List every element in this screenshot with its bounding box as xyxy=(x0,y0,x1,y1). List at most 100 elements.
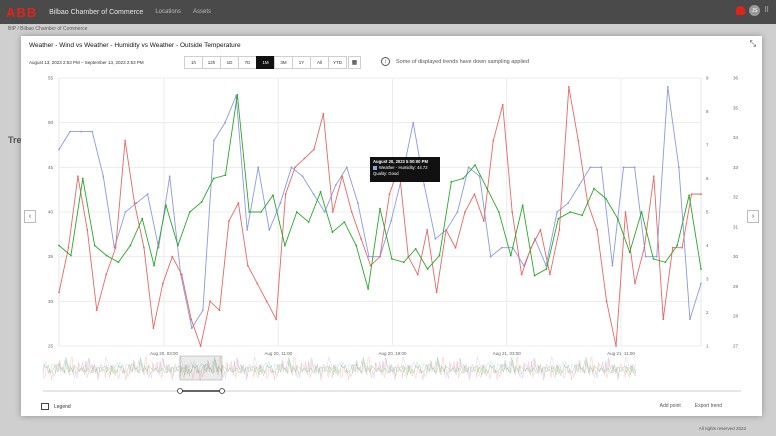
series-point-1 xyxy=(416,273,419,276)
series-point-1 xyxy=(265,300,268,303)
y-tick-right-2: 34 xyxy=(733,135,739,140)
series-point-2 xyxy=(462,177,465,180)
series-point-1 xyxy=(539,228,542,231)
series-point-1 xyxy=(643,246,646,249)
series-point-0 xyxy=(412,121,415,124)
series-point-2 xyxy=(153,264,156,267)
series-point-1 xyxy=(482,220,485,222)
series-point-0 xyxy=(600,166,603,169)
series-point-1 xyxy=(605,300,608,303)
series-line-2 xyxy=(58,94,702,290)
avatar[interactable]: JS xyxy=(749,5,760,16)
series-point-1 xyxy=(634,282,636,285)
series-point-2 xyxy=(628,251,631,254)
series-point-2 xyxy=(58,244,60,247)
series-point-2 xyxy=(545,268,548,270)
series-point-0 xyxy=(434,237,437,240)
series-point-1 xyxy=(520,273,523,276)
y-tick-right-1: 7 xyxy=(706,143,709,148)
navigator-handle-right[interactable] xyxy=(219,388,225,394)
y-tick-right-1: 9 xyxy=(706,76,709,81)
series-point-1 xyxy=(218,309,221,312)
export-trend-button[interactable]: Export trend xyxy=(695,403,722,409)
navigator-handle-left[interactable] xyxy=(177,388,183,394)
trend-chart[interactable]: 2530354045505512345678927282930313233343… xyxy=(21,36,762,416)
series-point-1 xyxy=(133,202,136,204)
series-point-1 xyxy=(350,211,353,213)
series-point-1 xyxy=(558,228,561,231)
series-point-2 xyxy=(486,187,488,190)
series-point-2 xyxy=(129,244,132,247)
series-point-1 xyxy=(86,228,89,231)
series-point-2 xyxy=(367,288,370,290)
series-point-2 xyxy=(212,177,215,180)
series-point-1 xyxy=(199,345,202,347)
y-tick-right-2: 36 xyxy=(733,76,739,81)
apps-grid-icon[interactable]: ⠿ xyxy=(764,7,772,15)
series-point-0 xyxy=(168,175,171,178)
series-point-1 xyxy=(454,246,457,249)
series-point-1 xyxy=(388,193,391,196)
abb-logo[interactable]: ABB xyxy=(6,5,37,20)
series-point-1 xyxy=(445,228,447,231)
bell-icon[interactable] xyxy=(736,6,745,15)
series-point-1 xyxy=(492,139,495,142)
y-tick-right-1: 6 xyxy=(706,176,709,181)
series-point-2 xyxy=(438,254,441,257)
y-tick-left: 30 xyxy=(48,299,54,304)
series-point-1 xyxy=(246,264,249,267)
series-point-1 xyxy=(256,282,259,285)
prev-arrow-icon[interactable]: ‹ xyxy=(24,210,36,223)
tooltip-quality: Quality: Good xyxy=(373,171,399,176)
series-point-2 xyxy=(450,180,453,183)
next-arrow-icon[interactable]: › xyxy=(747,210,759,223)
y-tick-right-1: 8 xyxy=(706,109,709,114)
series-point-2 xyxy=(307,221,310,223)
nav-assets[interactable]: Assets xyxy=(193,9,211,15)
series-point-2 xyxy=(509,254,512,257)
series-point-2 xyxy=(105,254,108,257)
series-line-1 xyxy=(58,86,701,348)
series-point-1 xyxy=(426,228,429,231)
series-point-2 xyxy=(390,258,393,260)
add-point-button[interactable]: Add point xyxy=(660,403,681,409)
series-point-0 xyxy=(467,166,470,169)
series-point-2 xyxy=(81,177,84,180)
series-point-2 xyxy=(141,217,144,220)
legend-icon xyxy=(41,403,49,410)
nav-locations[interactable]: Locations xyxy=(155,9,181,15)
legend-label: Legend xyxy=(54,403,71,410)
series-point-1 xyxy=(303,157,306,160)
series-point-0 xyxy=(611,264,614,267)
breadcrumb: BIP / Bilbao Chamber of Commerce xyxy=(8,26,88,32)
series-point-0 xyxy=(279,202,282,204)
series-point-1 xyxy=(76,175,79,178)
series-point-1 xyxy=(124,139,126,142)
series-point-0 xyxy=(666,86,669,88)
series-point-2 xyxy=(283,244,286,247)
series-point-1 xyxy=(67,246,70,249)
series-point-2 xyxy=(497,211,500,213)
series-point-2 xyxy=(69,254,72,257)
series-point-0 xyxy=(689,318,691,321)
series-point-0 xyxy=(700,282,702,285)
series-point-0 xyxy=(102,175,105,178)
y-tick-left: 55 xyxy=(48,76,54,81)
series-point-0 xyxy=(633,166,636,169)
app-name[interactable]: Bilbao Chamber of Commerce xyxy=(49,9,143,16)
series-point-1 xyxy=(530,246,532,249)
series-point-1 xyxy=(171,255,174,258)
series-point-2 xyxy=(117,261,120,264)
navigator-line-2 xyxy=(42,357,637,375)
series-point-0 xyxy=(201,309,204,312)
series-point-1 xyxy=(596,228,599,231)
y-tick-right-2: 30 xyxy=(733,254,739,259)
series-point-1 xyxy=(331,211,334,213)
series-point-0 xyxy=(190,327,193,330)
series-point-0 xyxy=(213,139,215,142)
legend-toggle[interactable]: Legend xyxy=(41,403,71,410)
y-tick-right-2: 33 xyxy=(733,165,739,170)
series-point-2 xyxy=(533,274,536,277)
series-point-2 xyxy=(414,247,417,250)
series-point-0 xyxy=(622,166,625,169)
